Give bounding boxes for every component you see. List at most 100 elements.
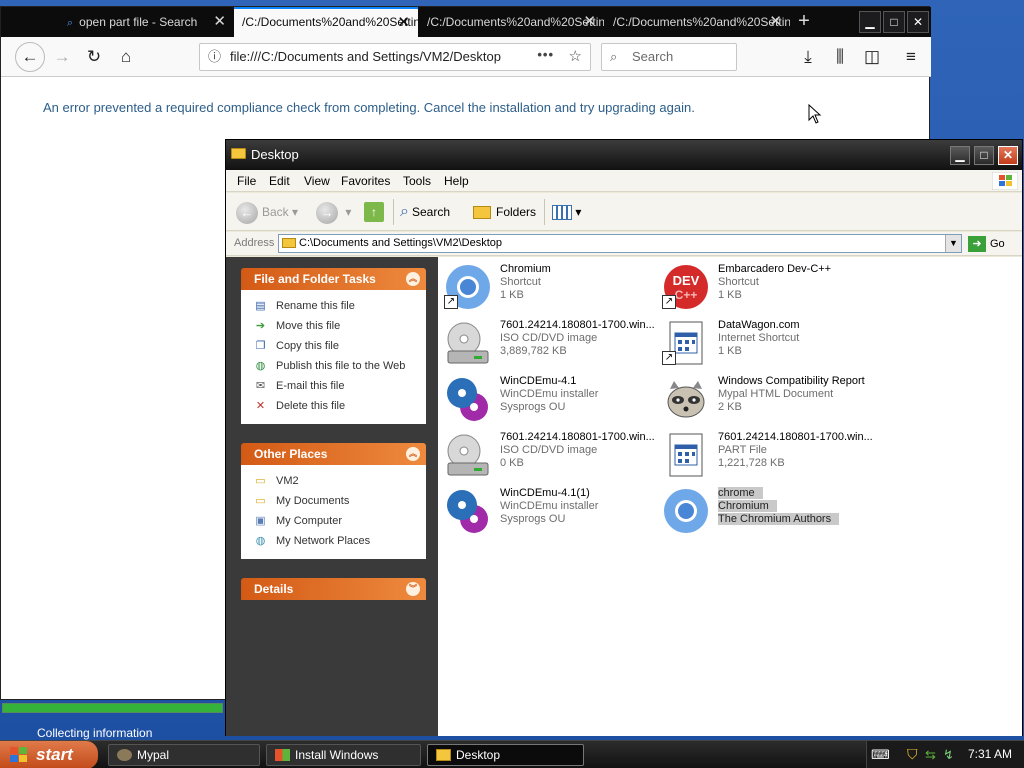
collapse-chevron-icon[interactable]: ︽ (406, 272, 420, 286)
task-publish-web[interactable]: ◍ Publish this file to the Web (253, 356, 426, 376)
maximize-button[interactable]: □ (974, 146, 994, 165)
tab-desktop-3[interactable]: /C:/Documents%20and%20Settings/✕ (605, 7, 790, 37)
views-button[interactable]: ▾ (552, 201, 581, 223)
menu-tools[interactable]: Tools (403, 174, 431, 188)
page-actions-icon[interactable]: ••• (537, 44, 554, 68)
file-detail: 3,889,782 KB (500, 345, 567, 357)
tab-desktop-active[interactable]: /C:/Documents%20and%20Settings/✕ (234, 7, 418, 37)
start-button[interactable]: start (0, 741, 98, 768)
up-folder-button[interactable]: ↑ (364, 201, 384, 223)
file-item[interactable]: ↗ Chromium Shortcut 1 KB (442, 261, 662, 313)
file-item[interactable]: 7601.24214.180801-1700.win... ISO CD/DVD … (442, 429, 662, 481)
address-dropdown-icon[interactable]: ▼ (945, 235, 961, 252)
file-item[interactable]: WinCDEmu-4.1 WinCDEmu installer Sysprogs O… (442, 373, 662, 425)
url-bar[interactable]: ⓘ file:///C:/Documents and Settings/VM2/… (199, 43, 591, 71)
folder-icon (231, 148, 246, 159)
keyboard-icon[interactable]: ⌨ (871, 741, 890, 768)
minimize-button[interactable]: ▁ (859, 11, 881, 33)
task-email[interactable]: ✉ E-mail this file (253, 376, 426, 396)
file-detail: 1 KB (500, 289, 524, 301)
forward-button[interactable]: → ▾ (316, 201, 351, 224)
explorer-toolbar: ← Back ▾ → ▾ ↑ ⌕ Search Folders ▾ (226, 193, 1022, 231)
mouse-cursor-icon (808, 104, 822, 124)
downloads-icon[interactable]: ⤓ (795, 44, 821, 70)
reload-icon[interactable]: ↻ (81, 44, 107, 70)
minimize-button[interactable]: ▁ (950, 146, 970, 165)
shortcut-arrow-icon: ↗ (662, 351, 676, 365)
system-tray: ⌨ ⛉ ⇆ ↯ 7:31 AM (866, 741, 1024, 768)
close-tab-icon[interactable]: ✕ (397, 9, 410, 36)
close-button[interactable]: ✕ (998, 146, 1018, 165)
menu-favorites[interactable]: Favorites (341, 174, 390, 188)
task-label: E-mail this file (276, 380, 345, 392)
document-icon: ↗ (662, 319, 710, 367)
file-name: Chromium (500, 263, 551, 275)
place-folder[interactable]: ▭ VM2 (253, 471, 426, 491)
file-item[interactable]: chrome Chromium The Chromium Authors (660, 485, 880, 537)
toolbar-separator (393, 199, 394, 225)
close-button[interactable]: ✕ (907, 11, 929, 33)
collapse-chevron-icon[interactable]: ︽ (406, 447, 420, 461)
home-icon[interactable]: ⌂ (113, 44, 139, 70)
place-label: My Network Places (276, 535, 371, 547)
menu-help[interactable]: Help (444, 174, 469, 188)
task-delete[interactable]: ✕ Delete this file (253, 396, 426, 416)
close-tab-icon[interactable]: ✕ (213, 7, 226, 37)
maximize-button[interactable]: □ (883, 11, 905, 33)
shortcut-arrow-icon: ↗ (444, 295, 458, 309)
window-title: Desktop (251, 147, 299, 162)
safely-remove-icon[interactable]: ↯ (943, 741, 954, 768)
file-item[interactable]: ↗ DataWagon.com Internet Shortcut 1 KB (660, 317, 880, 369)
tab-search[interactable]: ⌕ open part file - Search ✕ (49, 7, 234, 37)
taskbar-item-label: Desktop (456, 748, 501, 762)
close-tab-icon[interactable]: ✕ (769, 7, 782, 37)
info-icon[interactable]: ⓘ (208, 44, 221, 70)
back-button[interactable]: ← Back ▾ (236, 201, 298, 224)
explorer-titlebar[interactable]: Desktop ▁ □ ✕ (226, 140, 1022, 170)
clock[interactable]: 7:31 AM (968, 741, 1012, 768)
place-my-computer[interactable]: ▣ My Computer (253, 511, 426, 531)
email-icon: ✉ (255, 380, 266, 392)
details-header[interactable]: Details ︾ (241, 578, 426, 600)
new-tab-button[interactable]: + (793, 7, 815, 37)
svg-text:DEV: DEV (673, 273, 700, 288)
task-rename[interactable]: ▤ Rename this file (253, 296, 426, 316)
file-item[interactable]: WinCDEmu-4.1(1) WinCDEmu installer Sysprog… (442, 485, 662, 537)
file-item[interactable]: 7601.24214.180801-1700.win... ISO CD/DVD … (442, 317, 662, 369)
menu-file[interactable]: File (237, 174, 256, 188)
other-places-panel: Other Places ︽ ▭ VM2 ▭ My Documents ▣ My Compu… (241, 443, 426, 559)
back-icon[interactable]: ← (15, 42, 45, 72)
file-item[interactable]: 7601.24214.180801-1700.win... PART File 1,… (660, 429, 880, 481)
place-my-documents[interactable]: ▭ My Documents (253, 491, 426, 511)
menu-edit[interactable]: Edit (269, 174, 290, 188)
file-detail: Sysprogs OU (500, 401, 566, 413)
place-label: VM2 (276, 475, 299, 487)
file-type: WinCDEmu installer (500, 500, 599, 512)
address-input[interactable]: C:\Documents and Settings\VM2\Desktop ▼ (278, 234, 962, 253)
file-folder-tasks-header[interactable]: File and Folder Tasks ︽ (241, 268, 426, 290)
taskbar-item-desktop[interactable]: Desktop (427, 744, 584, 766)
taskbar-item-install-windows[interactable]: Install Windows (266, 744, 421, 766)
close-tab-icon[interactable]: ✕ (583, 7, 596, 37)
search-button[interactable]: ⌕ Search (400, 201, 450, 223)
library-icon[interactable]: ⫼ (827, 44, 853, 70)
bookmark-star-icon[interactable]: ☆ (569, 44, 582, 70)
menu-view[interactable]: View (304, 174, 330, 188)
task-move[interactable]: ➔ Move this file (253, 316, 426, 336)
taskbar-item-mypal[interactable]: Mypal (108, 744, 260, 766)
file-item[interactable]: DEV C++ ↗ Embarcadero Dev-C++ Shortcut 1 KB (660, 261, 880, 313)
sidebar-icon[interactable]: ◫ (859, 44, 885, 70)
expand-chevron-icon[interactable]: ︾ (406, 582, 420, 596)
forward-icon[interactable]: → (49, 44, 75, 70)
task-copy[interactable]: ❐ Copy this file (253, 336, 426, 356)
tab-desktop-2[interactable]: /C:/Documents%20and%20Settings/✕ (419, 7, 604, 37)
other-places-header[interactable]: Other Places ︽ (241, 443, 426, 465)
folders-button[interactable]: Folders (473, 201, 536, 223)
menu-icon[interactable]: ≡ (898, 44, 924, 70)
file-item[interactable]: Windows Compatibility Report Mypal HTML D… (660, 373, 880, 425)
network-icon[interactable]: ⇆ (925, 741, 936, 768)
security-shield-icon[interactable]: ⛉ (907, 741, 918, 768)
search-input[interactable]: ⌕ Search (601, 43, 737, 71)
go-button[interactable]: ➜ Go (968, 235, 1005, 253)
place-network-places[interactable]: ◍ My Network Places (253, 531, 426, 551)
